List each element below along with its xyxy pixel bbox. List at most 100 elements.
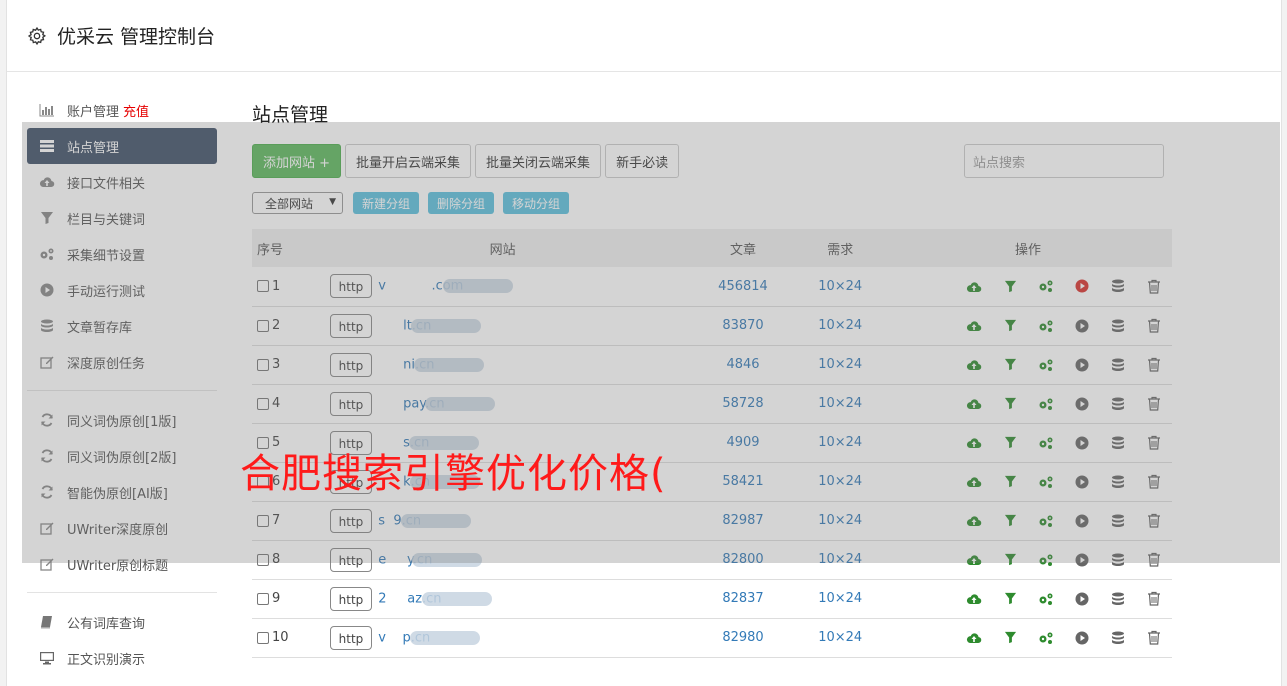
row-checkbox[interactable] bbox=[257, 358, 269, 371]
cloud-upload-icon[interactable] bbox=[956, 553, 992, 566]
article-count-link[interactable]: 82837 bbox=[690, 579, 797, 618]
protocol-badge[interactable]: http bbox=[329, 274, 373, 299]
play-circle-icon[interactable] bbox=[1064, 631, 1100, 645]
cloud-upload-icon[interactable] bbox=[956, 280, 992, 293]
sidebar-item[interactable]: 栏目与关键词 bbox=[27, 200, 217, 236]
row-checkbox[interactable] bbox=[257, 397, 269, 410]
protocol-badge[interactable]: http bbox=[329, 586, 373, 611]
row-checkbox[interactable] bbox=[257, 514, 269, 527]
site-search-input[interactable]: 站点搜索 bbox=[964, 144, 1164, 178]
cloud-upload-icon[interactable] bbox=[956, 475, 992, 488]
demand-link[interactable]: 10×24 bbox=[796, 384, 884, 423]
database-icon[interactable] bbox=[1100, 514, 1136, 528]
article-count-link[interactable]: 83870 bbox=[690, 306, 797, 345]
sidebar-item[interactable]: 同义词伪原创[1版] bbox=[27, 402, 217, 438]
sidebar-item[interactable]: 接口文件相关 bbox=[27, 164, 217, 200]
cloud-upload-icon[interactable] bbox=[956, 436, 992, 449]
play-circle-icon[interactable] bbox=[1064, 514, 1100, 528]
protocol-badge[interactable]: http bbox=[329, 313, 373, 338]
sidebar-item[interactable]: 手动运行测试 bbox=[27, 272, 217, 308]
batch-open-cloud-button[interactable]: 批量开启云端采集 bbox=[345, 144, 472, 178]
newbie-guide-button[interactable]: 新手必读 bbox=[605, 144, 680, 178]
database-icon[interactable] bbox=[1100, 319, 1136, 333]
gears-icon[interactable] bbox=[1028, 436, 1064, 450]
database-icon[interactable] bbox=[1100, 592, 1136, 606]
trash-icon[interactable] bbox=[1136, 318, 1172, 333]
demand-link[interactable]: 10×24 bbox=[796, 267, 884, 306]
filter-icon[interactable] bbox=[992, 319, 1028, 332]
trash-icon[interactable] bbox=[1136, 279, 1172, 294]
gears-icon[interactable] bbox=[1028, 319, 1064, 333]
trash-icon[interactable] bbox=[1136, 552, 1172, 567]
trash-icon[interactable] bbox=[1136, 357, 1172, 372]
cloud-upload-icon[interactable] bbox=[956, 592, 992, 605]
play-circle-icon[interactable] bbox=[1064, 592, 1100, 606]
row-checkbox[interactable] bbox=[257, 592, 269, 605]
play-circle-icon[interactable] bbox=[1064, 553, 1100, 567]
filter-icon[interactable] bbox=[992, 280, 1028, 293]
demand-link[interactable]: 10×24 bbox=[796, 579, 884, 618]
protocol-badge[interactable]: http bbox=[329, 352, 373, 377]
demand-link[interactable]: 10×24 bbox=[796, 618, 884, 657]
article-count-link[interactable]: 82800 bbox=[690, 540, 797, 579]
database-icon[interactable] bbox=[1100, 631, 1136, 645]
sidebar-item[interactable]: 智能伪原创[AI版] bbox=[27, 474, 217, 510]
add-site-button[interactable]: 添加网站 + bbox=[252, 144, 342, 178]
article-count-link[interactable]: 82980 bbox=[690, 618, 797, 657]
batch-close-cloud-button[interactable]: 批量关闭云端采集 bbox=[475, 144, 602, 178]
row-checkbox[interactable] bbox=[257, 553, 269, 566]
filter-icon[interactable] bbox=[992, 436, 1028, 449]
recharge-link[interactable]: 充值 bbox=[123, 101, 149, 120]
gears-icon[interactable] bbox=[1028, 592, 1064, 606]
article-count-link[interactable]: 58728 bbox=[690, 384, 797, 423]
site-group-select[interactable]: 全部网站 ▼ bbox=[252, 192, 343, 214]
demand-link[interactable]: 10×24 bbox=[796, 540, 884, 579]
database-icon[interactable] bbox=[1100, 358, 1136, 372]
demand-link[interactable]: 10×24 bbox=[796, 345, 884, 384]
article-count-link[interactable]: 4846 bbox=[690, 345, 797, 384]
sidebar-item[interactable]: 深度原创任务 bbox=[27, 344, 217, 380]
database-icon[interactable] bbox=[1100, 436, 1136, 450]
protocol-badge[interactable]: http bbox=[329, 625, 373, 650]
play-circle-icon[interactable] bbox=[1064, 319, 1100, 333]
protocol-badge[interactable]: http bbox=[329, 391, 373, 416]
protocol-badge[interactable]: http bbox=[329, 547, 373, 572]
sidebar-item[interactable]: 正文识别演示 bbox=[27, 640, 217, 676]
new-group-button[interactable]: 新建分组 bbox=[353, 192, 420, 214]
sidebar-item[interactable]: 账户管理 充值 bbox=[27, 92, 217, 128]
play-circle-icon[interactable] bbox=[1064, 436, 1100, 450]
cloud-upload-icon[interactable] bbox=[956, 514, 992, 527]
article-count-link[interactable]: 456814 bbox=[690, 267, 797, 306]
cloud-upload-icon[interactable] bbox=[956, 358, 992, 371]
cloud-upload-icon[interactable] bbox=[956, 631, 992, 644]
play-circle-icon[interactable] bbox=[1064, 358, 1100, 372]
article-count-link[interactable]: 4909 bbox=[690, 423, 797, 462]
gears-icon[interactable] bbox=[1028, 397, 1064, 411]
row-checkbox[interactable] bbox=[257, 319, 269, 332]
cloud-upload-icon[interactable] bbox=[956, 397, 992, 410]
gears-icon[interactable] bbox=[1028, 553, 1064, 567]
demand-link[interactable]: 10×24 bbox=[796, 306, 884, 345]
trash-icon[interactable] bbox=[1136, 513, 1172, 528]
filter-icon[interactable] bbox=[992, 475, 1028, 488]
play-circle-icon[interactable] bbox=[1064, 397, 1100, 411]
database-icon[interactable] bbox=[1100, 553, 1136, 567]
database-icon[interactable] bbox=[1100, 475, 1136, 489]
demand-link[interactable]: 10×24 bbox=[796, 462, 884, 501]
move-group-button[interactable]: 移动分组 bbox=[503, 192, 570, 214]
trash-icon[interactable] bbox=[1136, 591, 1172, 606]
trash-icon[interactable] bbox=[1136, 630, 1172, 645]
protocol-badge[interactable]: http bbox=[329, 508, 373, 533]
sidebar-item[interactable]: 公有词库查询 bbox=[27, 604, 217, 640]
gears-icon[interactable] bbox=[1028, 631, 1064, 645]
delete-group-button[interactable]: 删除分组 bbox=[428, 192, 495, 214]
article-count-link[interactable]: 58421 bbox=[690, 462, 797, 501]
sidebar-item[interactable]: 站点管理 bbox=[27, 128, 217, 164]
gears-icon[interactable] bbox=[1028, 279, 1064, 293]
database-icon[interactable] bbox=[1100, 279, 1136, 293]
gears-icon[interactable] bbox=[1028, 475, 1064, 489]
filter-icon[interactable] bbox=[992, 631, 1028, 644]
demand-link[interactable]: 10×24 bbox=[796, 423, 884, 462]
trash-icon[interactable] bbox=[1136, 396, 1172, 411]
article-count-link[interactable]: 82987 bbox=[690, 501, 797, 540]
